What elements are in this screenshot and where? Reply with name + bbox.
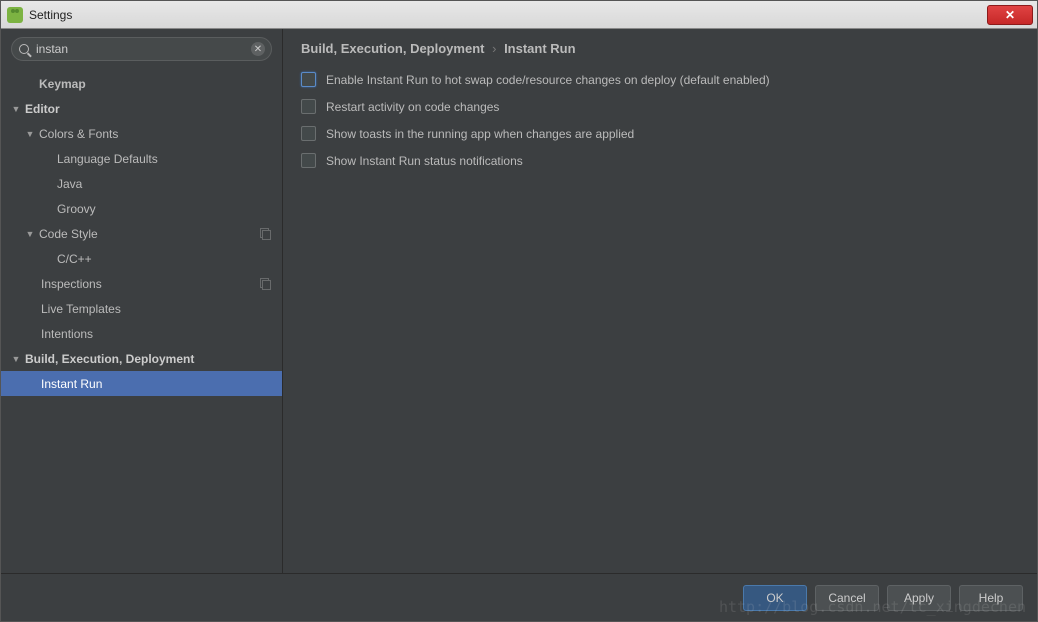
sidebar-item-label: Java — [57, 177, 82, 191]
sidebar-item-label: Keymap — [39, 77, 86, 91]
main-panel: Build, Execution, Deployment › Instant R… — [283, 29, 1037, 573]
breadcrumb: Build, Execution, Deployment › Instant R… — [301, 41, 1019, 56]
help-button[interactable]: Help — [959, 585, 1023, 611]
sidebar: ✕ Keymap ▼ Editor ▼ Colors & Fonts Languag… — [1, 29, 283, 573]
breadcrumb-separator: › — [492, 41, 496, 56]
sidebar-item-label: Language Defaults — [57, 152, 158, 166]
sidebar-item-intentions[interactable]: Intentions — [1, 321, 282, 346]
sidebar-item-instant-run[interactable]: Instant Run — [1, 371, 282, 396]
breadcrumb-current: Instant Run — [504, 41, 576, 56]
option-label: Show Instant Run status notifications — [326, 154, 523, 168]
checkbox[interactable] — [301, 153, 316, 168]
sidebar-item-label: Live Templates — [41, 302, 121, 316]
app-icon — [7, 7, 23, 23]
titlebar: Settings ✕ — [1, 1, 1037, 29]
sidebar-item-keymap[interactable]: Keymap — [1, 71, 282, 96]
sidebar-item-label: Instant Run — [41, 377, 102, 391]
option-label: Enable Instant Run to hot swap code/reso… — [326, 73, 770, 87]
chevron-down-icon: ▼ — [11, 104, 21, 114]
dialog-footer: OK Cancel Apply Help — [1, 573, 1037, 621]
cancel-button[interactable]: Cancel — [815, 585, 879, 611]
search-input[interactable] — [36, 42, 247, 56]
chevron-down-icon: ▼ — [25, 129, 35, 139]
settings-tree: Keymap ▼ Editor ▼ Colors & Fonts Language … — [1, 69, 282, 573]
checkbox[interactable] — [301, 72, 316, 87]
option-show-notifications[interactable]: Show Instant Run status notifications — [301, 153, 1019, 168]
options-list: Enable Instant Run to hot swap code/reso… — [301, 72, 1019, 168]
option-label: Restart activity on code changes — [326, 100, 499, 114]
copy-icon — [260, 228, 272, 240]
ok-button[interactable]: OK — [743, 585, 807, 611]
breadcrumb-parent: Build, Execution, Deployment — [301, 41, 484, 56]
sidebar-item-label: Colors & Fonts — [39, 127, 118, 141]
copy-icon — [260, 278, 272, 290]
sidebar-item-language-defaults[interactable]: Language Defaults — [1, 146, 282, 171]
sidebar-item-label: Groovy — [57, 202, 96, 216]
sidebar-item-editor[interactable]: ▼ Editor — [1, 96, 282, 121]
close-button[interactable]: ✕ — [987, 5, 1033, 25]
checkbox[interactable] — [301, 99, 316, 114]
sidebar-item-java[interactable]: Java — [1, 171, 282, 196]
sidebar-item-colors-fonts[interactable]: ▼ Colors & Fonts — [1, 121, 282, 146]
close-icon: ✕ — [1005, 8, 1015, 22]
option-show-toasts[interactable]: Show toasts in the running app when chan… — [301, 126, 1019, 141]
option-label: Show toasts in the running app when chan… — [326, 127, 634, 141]
sidebar-item-label: C/C++ — [57, 252, 92, 266]
search-icon — [19, 44, 29, 54]
chevron-down-icon: ▼ — [25, 229, 35, 239]
chevron-down-icon: ▼ — [11, 354, 21, 364]
settings-window: Settings ✕ ✕ Keymap ▼ Editor ▼ Colors & Fo… — [0, 0, 1038, 622]
sidebar-item-build-execution-deployment[interactable]: ▼ Build, Execution, Deployment — [1, 346, 282, 371]
sidebar-item-c-cpp[interactable]: C/C++ — [1, 246, 282, 271]
search-field[interactable]: ✕ — [11, 37, 272, 61]
sidebar-item-groovy[interactable]: Groovy — [1, 196, 282, 221]
window-title: Settings — [29, 8, 72, 22]
sidebar-item-label: Intentions — [41, 327, 93, 341]
option-enable-instant-run[interactable]: Enable Instant Run to hot swap code/reso… — [301, 72, 1019, 87]
apply-button[interactable]: Apply — [887, 585, 951, 611]
sidebar-item-label: Build, Execution, Deployment — [25, 352, 194, 366]
checkbox[interactable] — [301, 126, 316, 141]
sidebar-item-live-templates[interactable]: Live Templates — [1, 296, 282, 321]
clear-search-icon[interactable]: ✕ — [251, 42, 265, 56]
option-restart-activity[interactable]: Restart activity on code changes — [301, 99, 1019, 114]
sidebar-item-label: Editor — [25, 102, 60, 116]
sidebar-item-inspections[interactable]: Inspections — [1, 271, 282, 296]
sidebar-item-label: Inspections — [41, 277, 102, 291]
sidebar-item-code-style[interactable]: ▼ Code Style — [1, 221, 282, 246]
sidebar-item-label: Code Style — [39, 227, 98, 241]
